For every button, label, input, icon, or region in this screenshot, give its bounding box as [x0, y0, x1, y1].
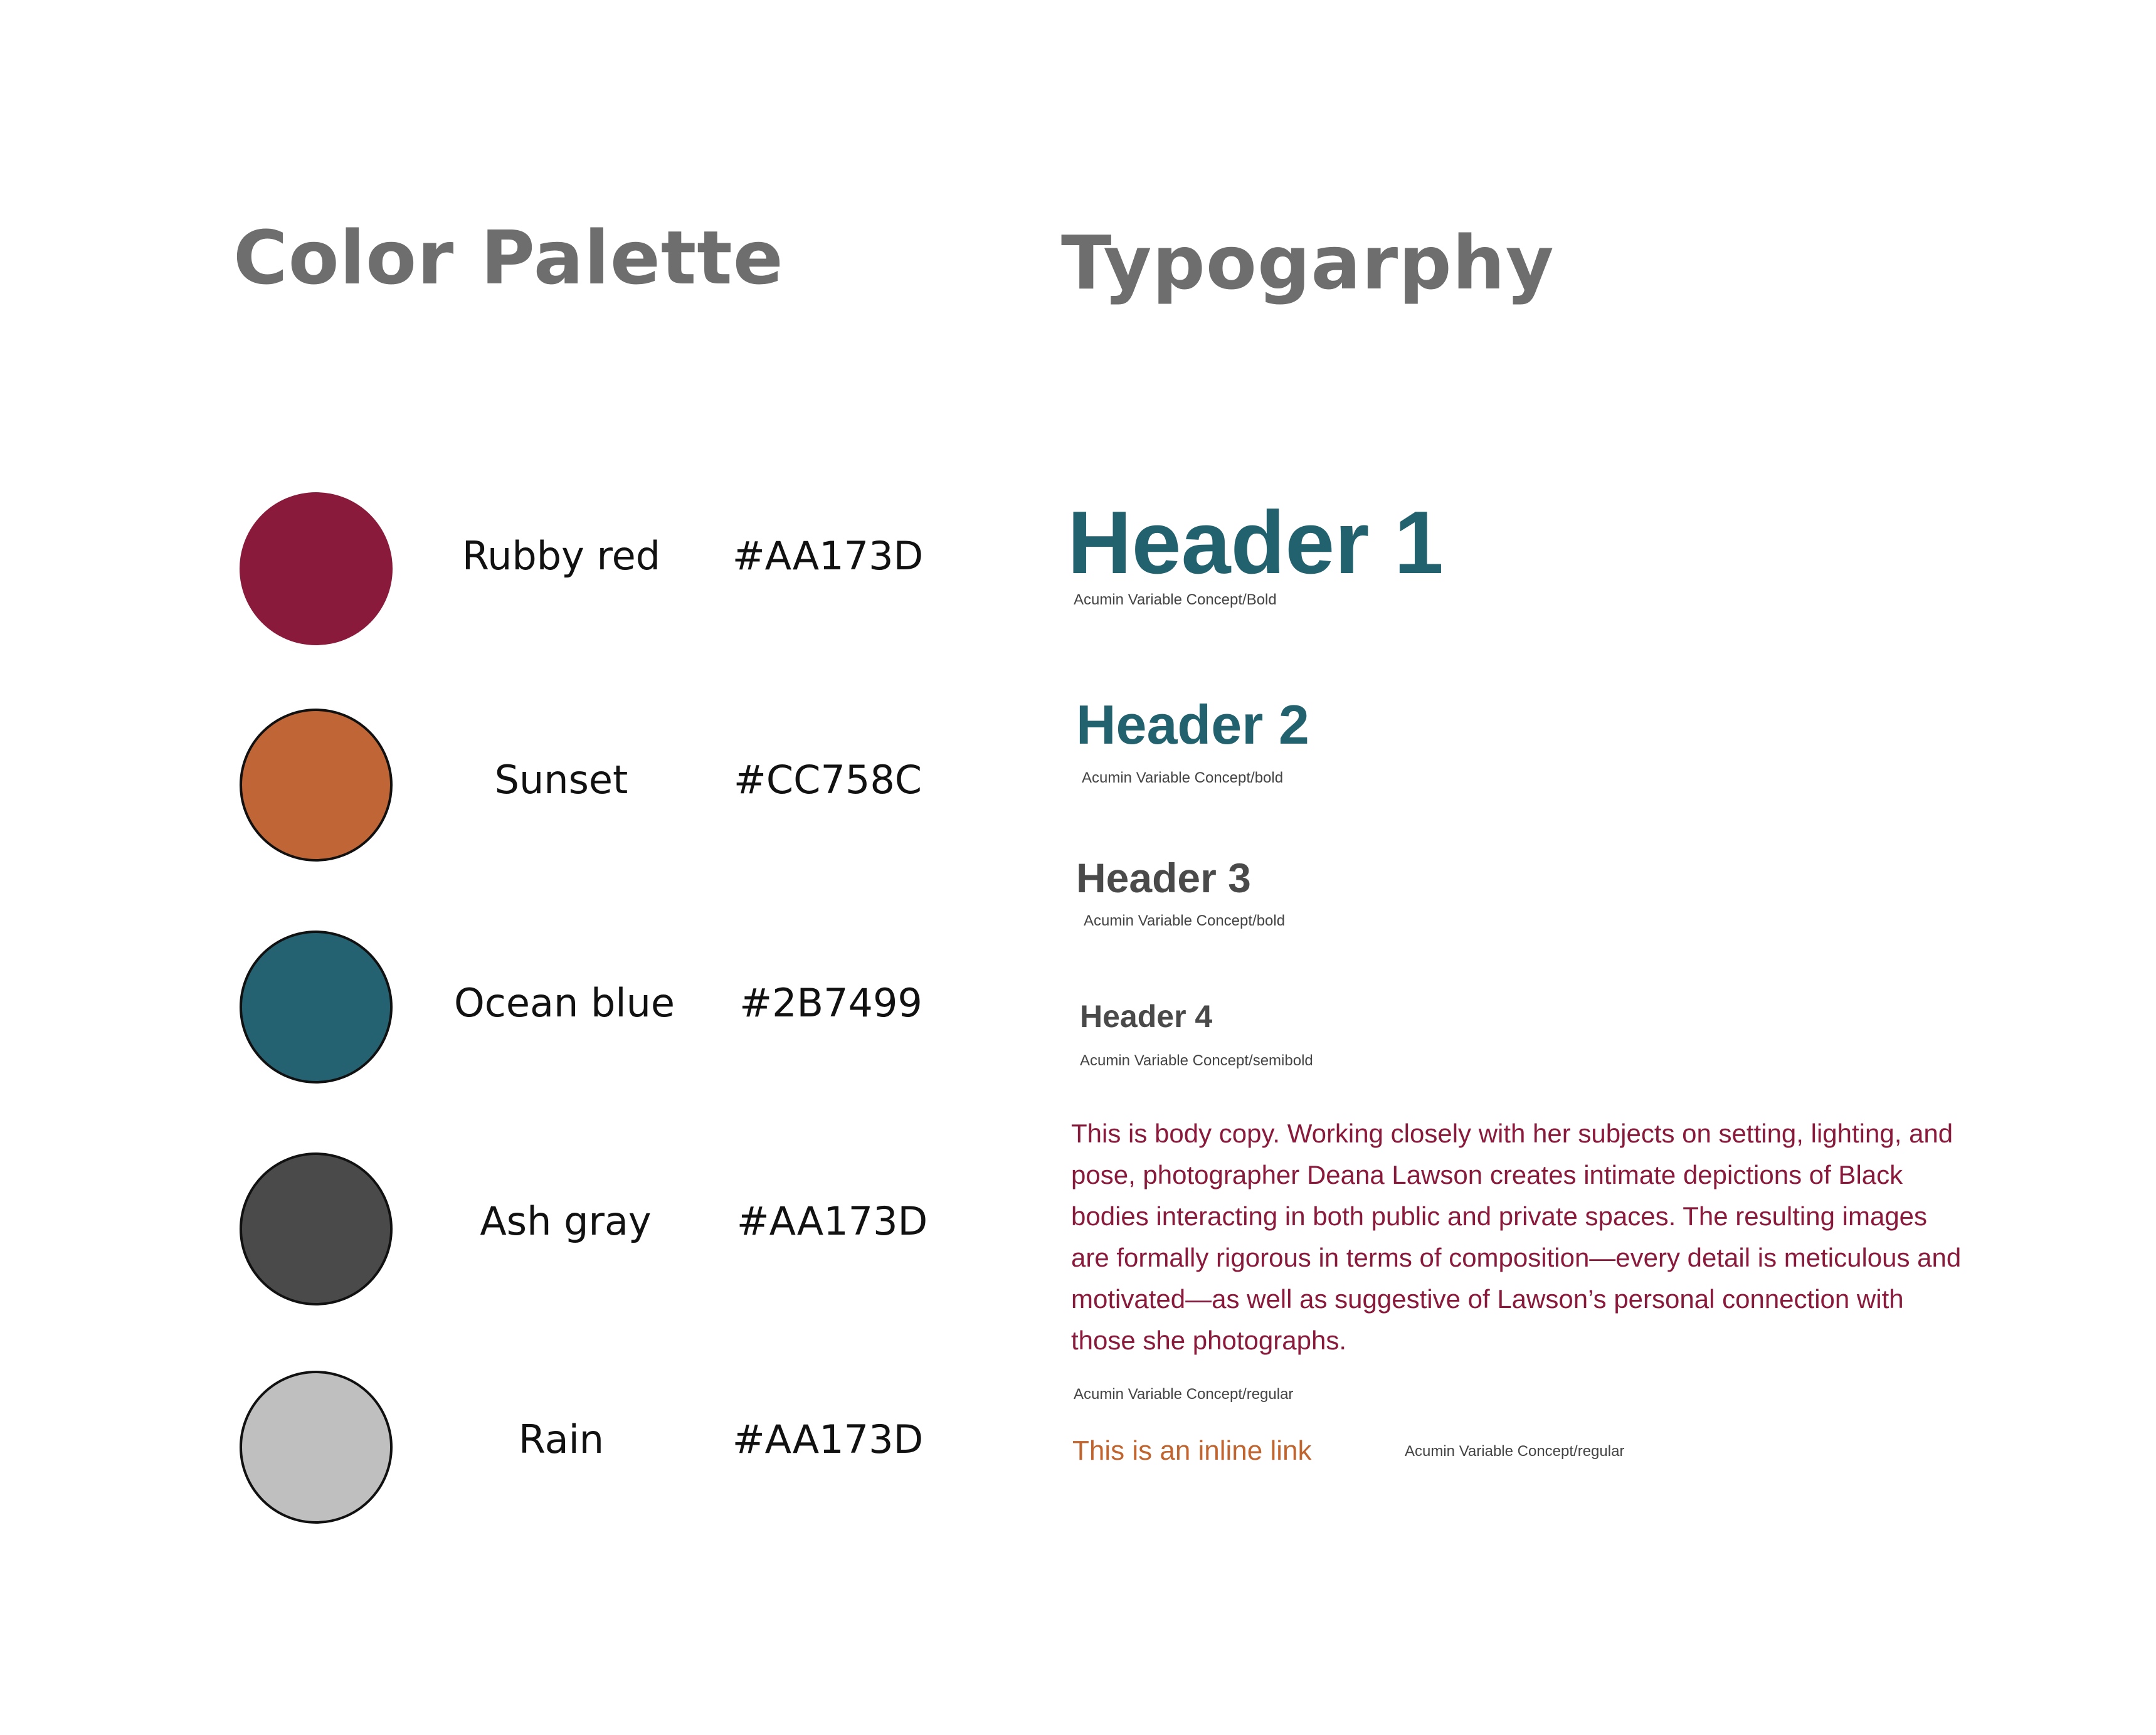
color-hex-ash-gray: #AA173D — [736, 1198, 928, 1244]
header-4-sample: Header 4 — [1080, 999, 1213, 1034]
color-name-sunset: Sunset — [494, 757, 628, 803]
header-4-font-caption: Acumin Variable Concept/semibold — [1080, 1052, 1313, 1069]
color-name-rubby-red: Rubby red — [462, 533, 661, 579]
header-2-font-caption: Acumin Variable Concept/bold — [1082, 769, 1284, 786]
inline-link-font-caption: Acumin Variable Concept/regular — [1405, 1443, 1625, 1460]
color-name-ocean-blue: Ocean blue — [453, 980, 675, 1026]
body-copy-sample: This is body copy. Working closely with … — [1071, 1119, 1962, 1355]
body-copy-font-caption: Acumin Variable Concept/regular — [1074, 1386, 1294, 1403]
header-3-sample: Header 3 — [1076, 855, 1251, 901]
swatch-rain — [240, 1371, 393, 1524]
typography-title: Typogarphy — [1061, 219, 1555, 306]
color-name-ash-gray: Ash gray — [480, 1198, 652, 1244]
color-name-rain: Rain — [518, 1416, 605, 1462]
swatch-sunset — [240, 709, 393, 862]
color-hex-rubby-red: #AA173D — [732, 533, 924, 579]
color-palette-title: Color Palette — [233, 214, 784, 301]
header-3-font-caption: Acumin Variable Concept/bold — [1084, 912, 1286, 929]
color-hex-sunset: #CC758C — [733, 757, 922, 803]
inline-link-sample[interactable]: This is an inline link — [1072, 1437, 1312, 1465]
swatch-ash-gray — [240, 1152, 393, 1305]
header-2-sample: Header 2 — [1076, 693, 1309, 756]
color-hex-ocean-blue: #2B7499 — [739, 980, 922, 1026]
header-1-font-caption: Acumin Variable Concept/Bold — [1074, 591, 1277, 608]
swatch-ocean-blue — [240, 931, 393, 1084]
swatch-rubby-red — [240, 492, 393, 645]
header-1-sample: Header 1 — [1067, 493, 1444, 593]
color-hex-rain: #AA173D — [732, 1416, 924, 1462]
